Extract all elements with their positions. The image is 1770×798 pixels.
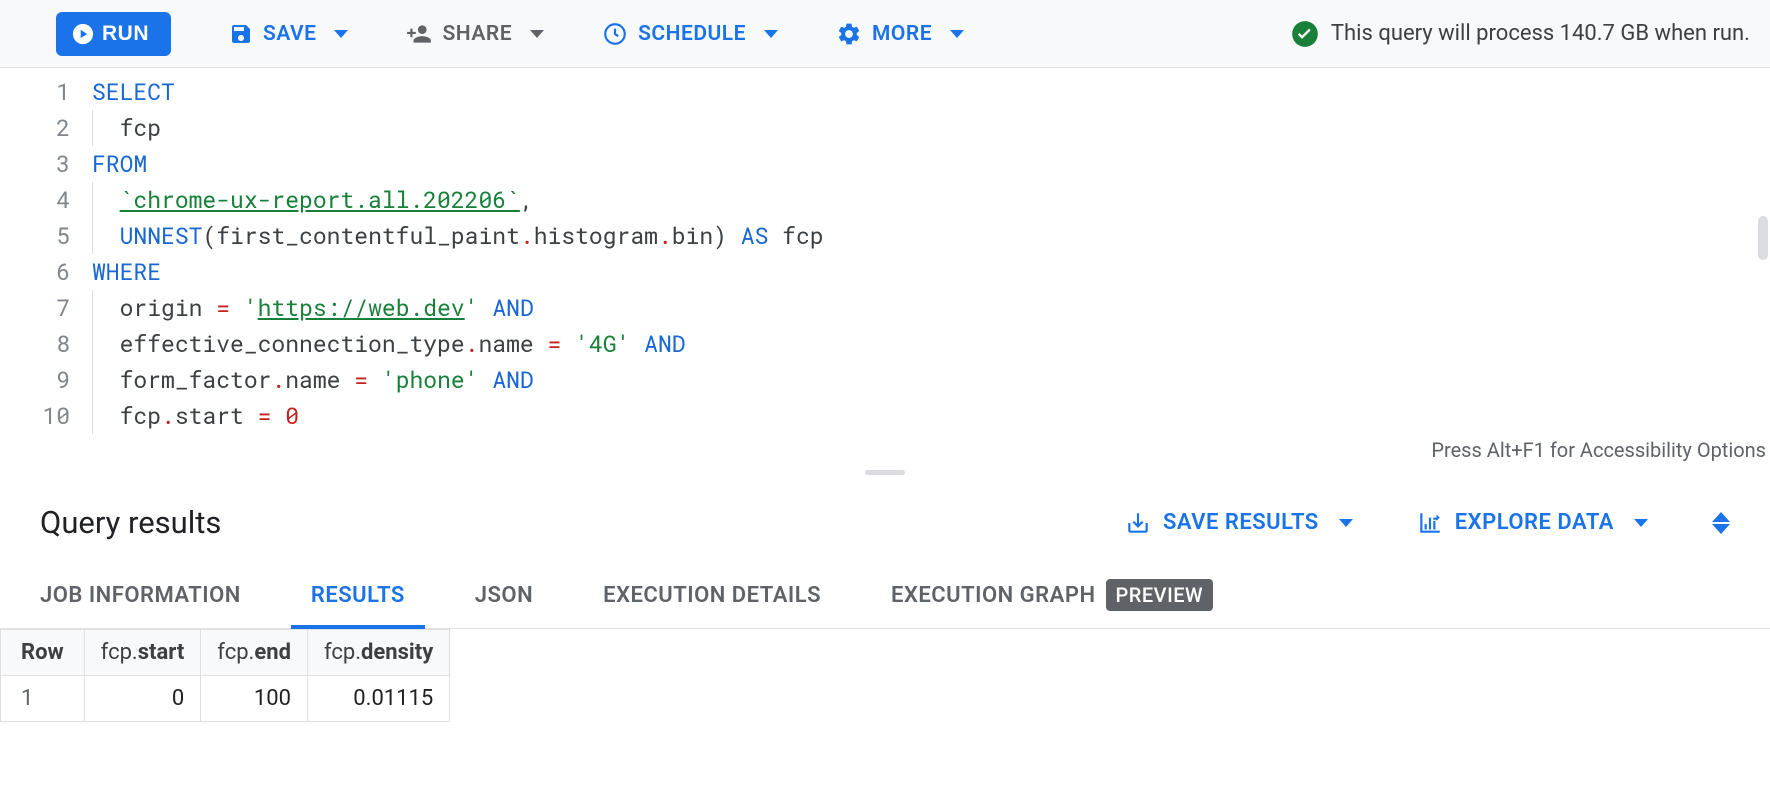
toolbar: RUN SAVE SHARE SCHEDULE MORE This query … <box>0 0 1770 68</box>
caret-down-icon <box>1634 519 1648 527</box>
results-title: Query results <box>40 504 221 541</box>
tab-job-information[interactable]: JOB INFORMATION <box>40 563 241 628</box>
query-status: This query will process 140.7 GB when ru… <box>1291 20 1750 48</box>
results-tabs: JOB INFORMATION RESULTS JSON EXECUTION DETA… <box>0 563 1770 629</box>
tab-results[interactable]: RESULTS <box>311 563 405 628</box>
tab-execution-details[interactable]: EXECUTION DETAILS <box>603 563 821 628</box>
column-header: Row <box>1 630 85 676</box>
download-icon <box>1125 510 1151 536</box>
chart-icon <box>1417 510 1443 536</box>
more-button[interactable]: MORE <box>836 21 964 47</box>
save-label: SAVE <box>263 22 316 46</box>
results-header: Query results SAVE RESULTS EXPLORE DATA <box>0 482 1770 563</box>
share-label: SHARE <box>442 22 512 46</box>
vertical-scrollbar[interactable] <box>1758 216 1768 260</box>
collapse-toggle[interactable] <box>1712 512 1730 534</box>
clock-icon <box>602 21 628 47</box>
person-add-icon <box>406 21 432 47</box>
tab-execution-graph[interactable]: EXECUTION GRAPHPREVIEW <box>891 563 1213 628</box>
status-text: This query will process 140.7 GB when ru… <box>1331 21 1750 46</box>
save-icon <box>229 22 253 46</box>
schedule-button[interactable]: SCHEDULE <box>602 21 778 47</box>
tab-json[interactable]: JSON <box>475 563 533 628</box>
results-table: Rowfcp.startfcp.endfcp.density101000.011… <box>0 629 450 722</box>
gear-icon <box>836 21 862 47</box>
preview-badge: PREVIEW <box>1106 579 1214 611</box>
drag-handle-icon <box>865 470 905 475</box>
caret-down-icon <box>1339 519 1353 527</box>
save-button[interactable]: SAVE <box>229 22 348 46</box>
play-icon <box>72 23 94 45</box>
column-header: fcp.start <box>84 630 201 676</box>
sql-editor[interactable]: 12345678910 SELECT fcpFROM `chrome-ux-re… <box>0 68 1770 464</box>
caret-down-icon <box>950 30 964 38</box>
caret-down-icon <box>530 30 544 38</box>
caret-down-icon <box>1712 524 1730 534</box>
save-results-label: SAVE RESULTS <box>1163 510 1319 535</box>
table-row[interactable]: 101000.01115 <box>1 676 450 722</box>
run-button[interactable]: RUN <box>56 12 171 56</box>
caret-down-icon <box>334 30 348 38</box>
explore-data-button[interactable]: EXPLORE DATA <box>1417 510 1648 536</box>
more-label: MORE <box>872 22 932 46</box>
check-circle-icon <box>1291 20 1319 48</box>
caret-down-icon <box>764 30 778 38</box>
caret-up-icon <box>1712 512 1730 522</box>
column-header: fcp.end <box>201 630 308 676</box>
code-area[interactable]: SELECT fcpFROM `chrome-ux-report.all.202… <box>92 74 1770 464</box>
resize-area[interactable] <box>0 464 1770 482</box>
run-label: RUN <box>102 22 149 46</box>
column-header: fcp.density <box>307 630 449 676</box>
share-button[interactable]: SHARE <box>406 21 544 47</box>
explore-data-label: EXPLORE DATA <box>1455 510 1614 535</box>
save-results-button[interactable]: SAVE RESULTS <box>1125 510 1353 536</box>
line-gutter: 12345678910 <box>0 74 92 464</box>
accessibility-hint: Press Alt+F1 for Accessibility Options <box>1431 438 1766 462</box>
schedule-label: SCHEDULE <box>638 22 746 46</box>
